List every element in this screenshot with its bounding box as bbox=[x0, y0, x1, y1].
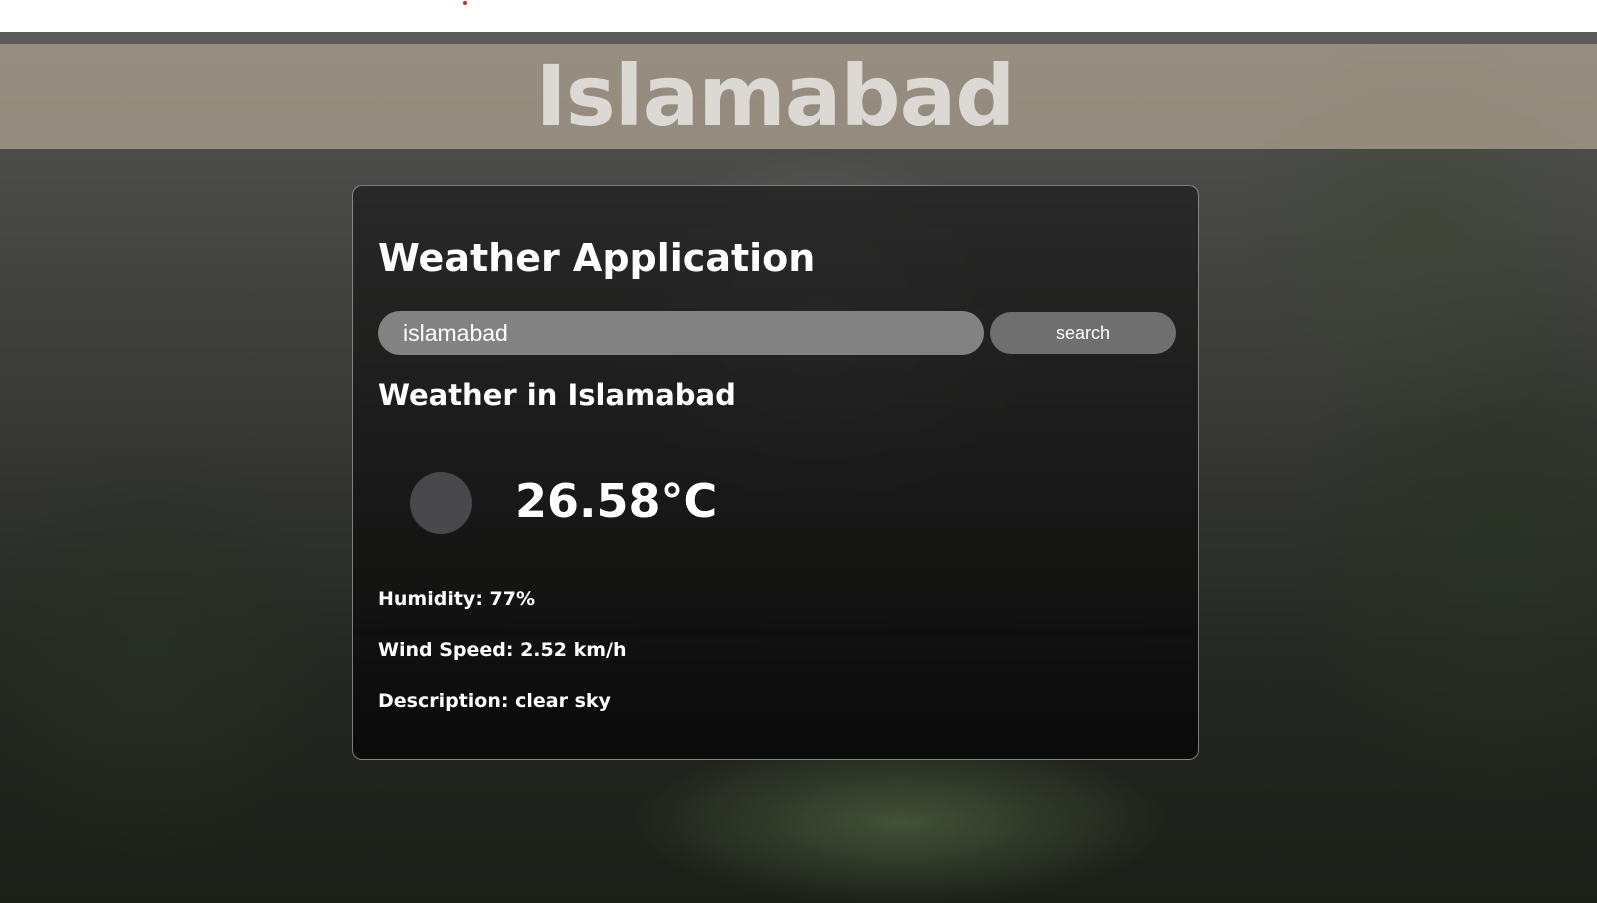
description-text: Description: clear sky bbox=[378, 690, 611, 712]
app-title: Weather Application bbox=[378, 236, 816, 280]
humidity-text: Humidity: 77% bbox=[378, 588, 536, 610]
search-button[interactable]: search bbox=[990, 312, 1176, 354]
city-title: Islamabad bbox=[535, 47, 1016, 145]
red-dot-mark bbox=[463, 1, 467, 5]
weather-icon bbox=[410, 472, 472, 534]
weather-heading: Weather in Islamabad bbox=[378, 378, 736, 412]
top-bar bbox=[0, 32, 1597, 44]
search-input[interactable] bbox=[378, 311, 984, 355]
top-strip bbox=[0, 0, 1597, 32]
page-background: Islamabad Weather Application search Wea… bbox=[0, 32, 1597, 903]
weather-card: Weather Application search Weather in Is… bbox=[352, 185, 1199, 760]
temperature-value: 26.58°C bbox=[515, 474, 718, 528]
wind-speed-text: Wind Speed: 2.52 km/h bbox=[378, 639, 627, 661]
